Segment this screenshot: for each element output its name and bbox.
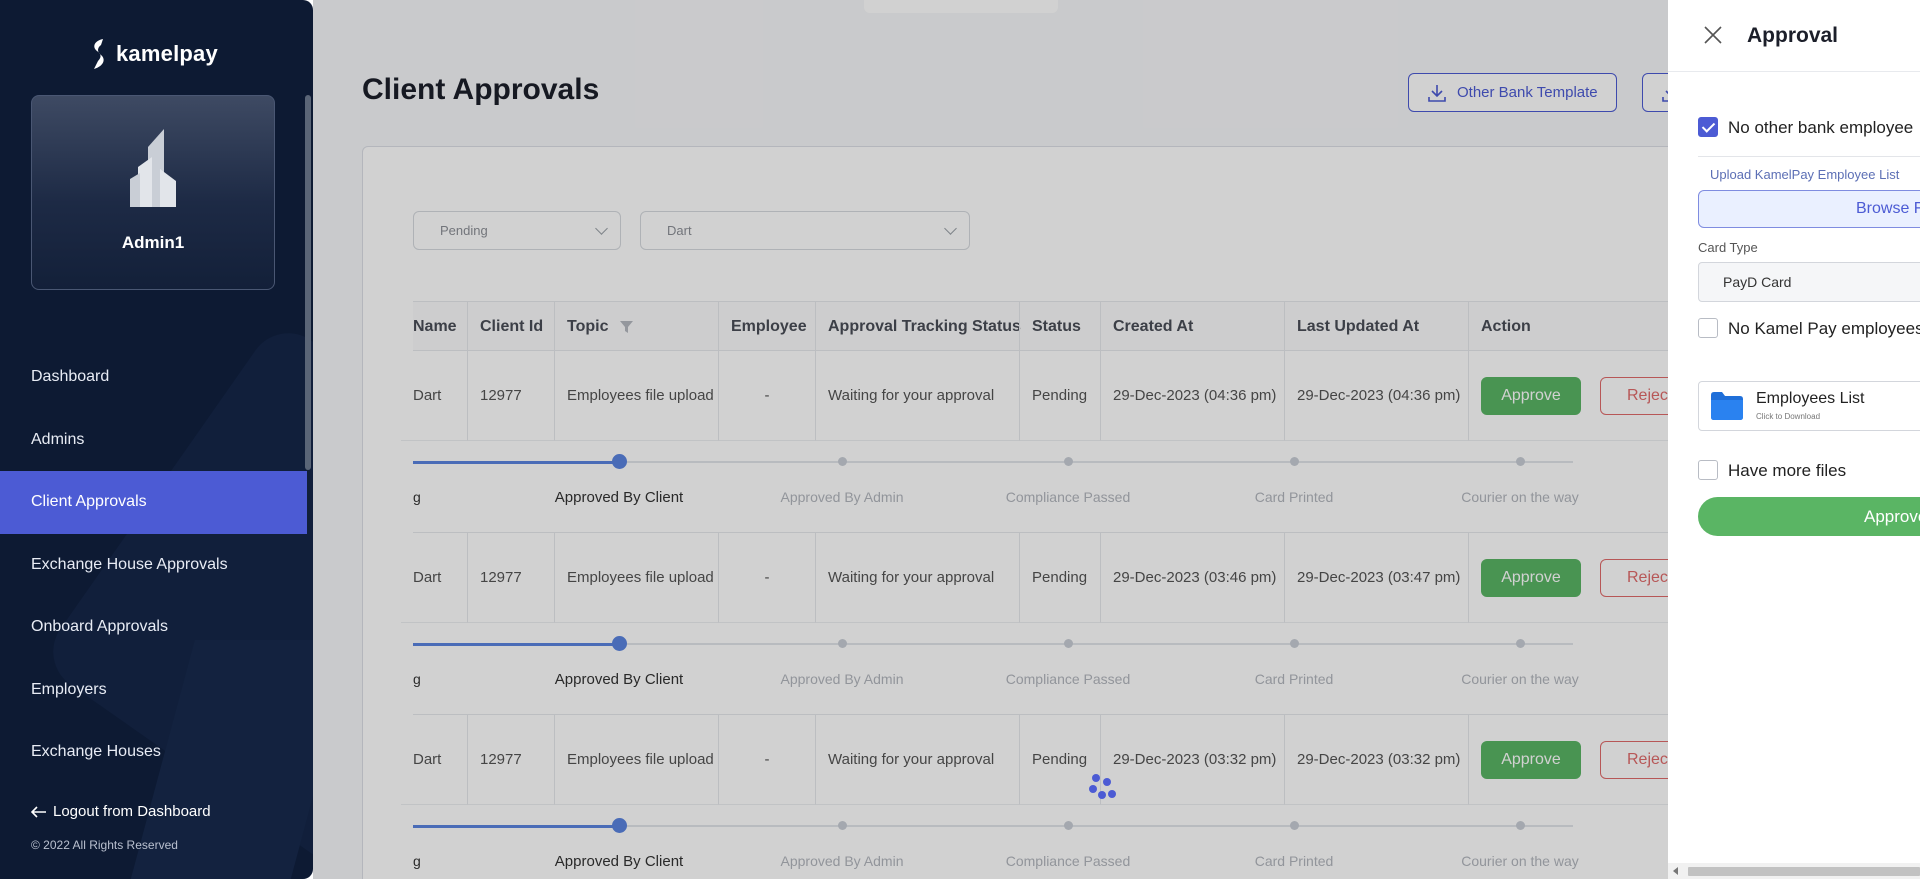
- logout-label: Logout from Dashboard: [53, 803, 211, 820]
- card-type-label: Card Type: [1698, 240, 1758, 255]
- drawer-title: Approval: [1747, 24, 1839, 47]
- logo-text: kamelpay: [116, 41, 218, 66]
- logo: kamelpay: [88, 37, 218, 71]
- upload-label: Upload KamelPay Employee List: [1710, 167, 1900, 182]
- browse-files-button[interactable]: Browse Fi: [1698, 190, 1920, 228]
- scrollbar-thumb[interactable]: [1688, 867, 1920, 876]
- no-kamelpay-checkbox[interactable]: [1698, 318, 1718, 338]
- copyright: © 2022 All Rights Reserved: [31, 838, 178, 852]
- admin-name: Admin1: [121, 233, 185, 252]
- drawer-approve-button[interactable]: Approve: [1698, 497, 1920, 536]
- have-more-files-checkbox[interactable]: [1698, 460, 1718, 480]
- sidebar-item-admins[interactable]: Admins: [0, 409, 307, 472]
- loading-spinner-icon: [1089, 774, 1119, 804]
- file-subtitle: Click to Download: [1756, 412, 1821, 421]
- file-title: Employees List: [1756, 390, 1865, 407]
- card-type-select[interactable]: PayD Card: [1698, 262, 1920, 302]
- sidebar-item-client-approvals[interactable]: Client Approvals: [0, 471, 307, 534]
- sidebar-item-onboard-approvals[interactable]: Onboard Approvals: [0, 596, 307, 659]
- close-icon[interactable]: [1704, 26, 1722, 44]
- have-more-files-label: Have more files: [1728, 461, 1847, 480]
- horizontal-scrollbar[interactable]: [1668, 863, 1920, 879]
- sidebar-item-exchange-houses[interactable]: Exchange Houses: [0, 721, 307, 784]
- sidebar-item-exchange-house-approvals[interactable]: Exchange House Approvals: [0, 534, 307, 597]
- scroll-left-icon[interactable]: [1673, 867, 1678, 875]
- building-icon: [130, 129, 176, 207]
- arrow-left-icon: [31, 805, 46, 818]
- no-other-bank-label: No other bank employee: [1728, 118, 1914, 137]
- drawer-header: Approval: [1668, 0, 1920, 72]
- employees-list-download[interactable]: Employees List Click to Download: [1698, 381, 1920, 431]
- sidebar-item-employers[interactable]: Employers: [0, 659, 307, 722]
- no-other-bank-checkbox[interactable]: [1698, 117, 1718, 137]
- sidebar: kamelpay Admin1 Dashboard Admins Client …: [0, 0, 313, 879]
- profile-card: Admin1: [31, 95, 275, 290]
- approval-drawer: Approval No other bank employee Upload K…: [1668, 0, 1920, 879]
- no-kamelpay-label: No Kamel Pay employees: [1728, 319, 1920, 338]
- sidebar-item-dashboard[interactable]: Dashboard: [0, 346, 307, 409]
- folder-icon: [1711, 392, 1743, 420]
- divider: [1698, 156, 1920, 157]
- logout-link[interactable]: Logout from Dashboard: [31, 803, 211, 820]
- kamelpay-logo-icon: [94, 39, 104, 69]
- sidebar-nav: Dashboard Admins Client Approvals Exchan…: [0, 346, 307, 784]
